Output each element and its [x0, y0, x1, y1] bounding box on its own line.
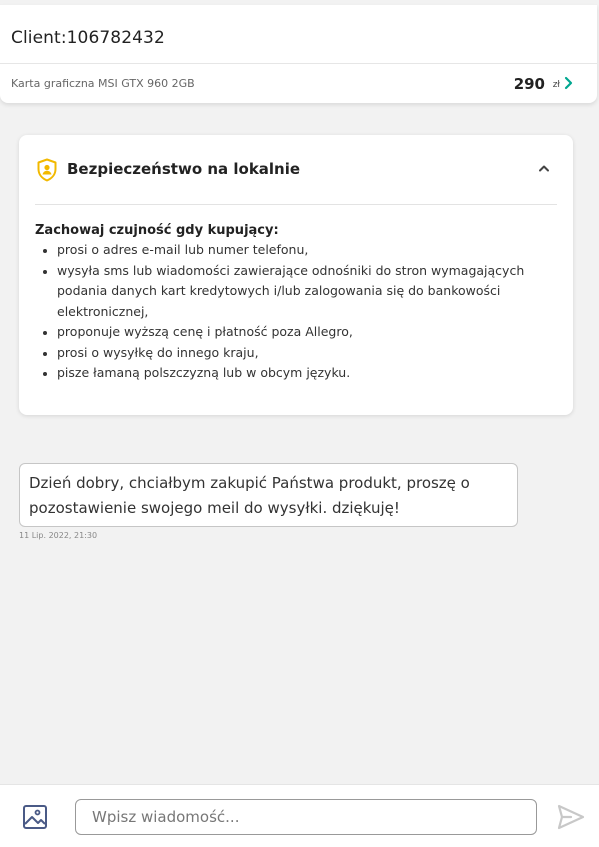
message-bubble: Dzień dobry, chciałbym zakupić Państwa p…	[19, 463, 518, 527]
security-card-toggle[interactable]: Bezpieczeństwo na lokalnie	[19, 135, 573, 203]
list-item: wysyła sms lub wiadomości zawierające od…	[35, 261, 557, 323]
chevron-up-icon	[539, 165, 549, 172]
offer-currency: zł	[552, 80, 560, 90]
offer-link[interactable]: Karta graficzna MSI GTX 960 2GB 290 zł	[0, 64, 597, 103]
security-body: Zachowaj czujność gdy kupujący: prosi o …	[35, 222, 557, 384]
security-subtitle: Zachowaj czujność gdy kupujący:	[35, 223, 279, 238]
client-title: Client:106782432	[11, 28, 165, 48]
list-item: proponuje wyższą cenę i płatność poza Al…	[35, 322, 557, 343]
security-warning-list: prosi o adres e-mail lub numer telefonu,…	[35, 240, 557, 384]
chevron-right-icon	[564, 76, 573, 90]
message-text: Dzień dobry, chciałbym zakupić Państwa p…	[29, 474, 470, 517]
message-composer	[0, 784, 599, 847]
list-item: prosi o adres e-mail lub numer telefonu,	[35, 240, 557, 261]
send-icon[interactable]	[557, 804, 585, 830]
chat-page: Client:106782432 Karta graficzna MSI GTX…	[0, 0, 599, 847]
chat-header: Client:106782432 Karta graficzna MSI GTX…	[0, 5, 597, 103]
offer-name: Karta graficzna MSI GTX 960 2GB	[11, 77, 195, 90]
message-timestamp: 11 Lip. 2022, 21:30	[19, 531, 98, 540]
message-input[interactable]	[75, 799, 537, 835]
image-icon[interactable]	[22, 804, 48, 830]
list-item: prosi o wysyłkę do innego kraju,	[35, 343, 557, 364]
security-divider	[35, 204, 557, 205]
shield-user-icon	[37, 158, 57, 182]
offer-price: 290	[513, 75, 545, 93]
security-card: Bezpieczeństwo na lokalnie Zachowaj czuj…	[19, 135, 573, 415]
list-item: pisze łamaną polszczyzną lub w obcym jęz…	[35, 363, 557, 384]
security-title: Bezpieczeństwo na lokalnie	[67, 160, 301, 178]
